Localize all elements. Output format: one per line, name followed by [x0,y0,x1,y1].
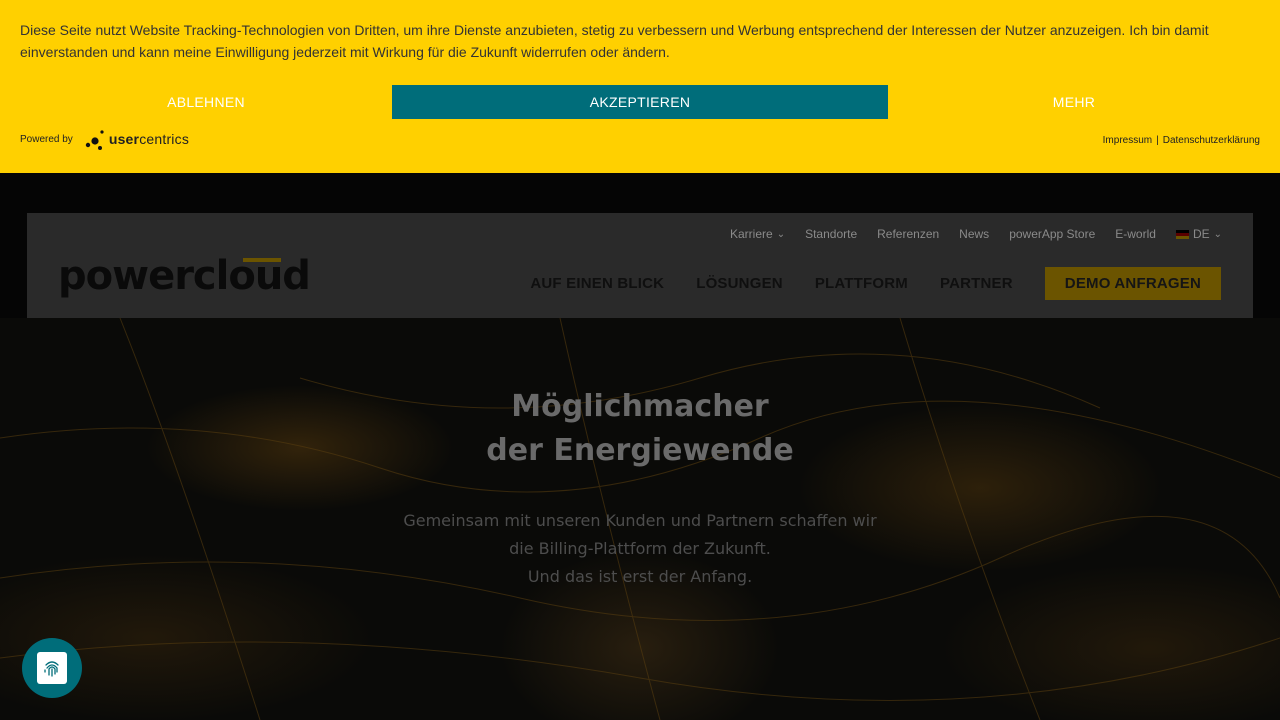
privacy-document-icon [37,652,67,684]
powered-by: Powered by usercentrics [20,126,189,152]
hero-subtitle: Gemeinsam mit unseren Kunden und Partner… [0,507,1280,591]
nav-partner[interactable]: PARTNER [940,275,1013,292]
usercentrics-dots-icon [85,130,104,150]
hero-title: Möglichmacher der Energiewende [0,385,1280,473]
usercentrics-suffix: centrics [139,131,190,147]
hero-subtitle-line1: Gemeinsam mit unseren Kunden und Partner… [403,511,877,530]
nav-loesungen[interactable]: LÖSUNGEN [696,275,783,292]
powered-by-label: Powered by [20,133,73,145]
cookie-banner: Diese Seite nutzt Website Tracking-Techn… [0,0,1280,173]
hero-subtitle-line2: die Billing-Plattform der Zukunft. [509,539,771,558]
logo-accent-bar [243,258,281,262]
accept-button[interactable]: AKZEPTIEREN [392,85,888,119]
usercentrics-logo[interactable]: usercentrics [85,127,189,151]
legal-separator: | [1156,135,1159,146]
german-flag-icon [1175,229,1189,239]
chevron-down-icon: ⌄ [776,228,786,240]
privacy-policy-link[interactable]: Datenschutzerklärung [1163,135,1260,146]
demo-request-button[interactable]: DEMO ANFRAGEN [1044,267,1221,300]
topnav-news[interactable]: News [959,227,989,241]
topnav-e-world[interactable]: E-world [1115,227,1156,241]
top-navigation: Karriere ⌄ Standorte Referenzen News pow… [730,227,1222,241]
main-navigation: AUF EINEN BLICK LÖSUNGEN PLATTFORM PARTN… [530,267,1221,300]
topnav-karriere[interactable]: Karriere ⌄ [730,227,785,241]
impressum-link[interactable]: Impressum [1103,135,1152,146]
hero-title-line1: Möglichmacher [511,389,769,424]
nav-auf-einen-blick[interactable]: AUF EINEN BLICK [530,275,664,292]
cookie-consent-text: Diese Seite nutzt Website Tracking-Techn… [20,22,1209,60]
hero-subtitle-line3: Und das ist erst der Anfang. [527,567,753,586]
page-background: powercloud Karriere ⌄ Standorte Referenz… [0,173,1280,720]
topnav-powerapp-store[interactable]: powerApp Store [1009,227,1095,241]
topnav-label: Karriere [730,227,773,241]
topnav-referenzen[interactable]: Referenzen [877,227,939,241]
hero-title-line2: der Energiewende [486,433,794,468]
site-header: powercloud Karriere ⌄ Standorte Referenz… [27,213,1253,318]
fingerprint-icon [44,661,59,677]
nav-plattform[interactable]: PLATTFORM [815,275,908,292]
more-button[interactable]: MEHR [888,85,1260,119]
chevron-down-icon: ⌄ [1213,228,1222,240]
usercentrics-prefix: user [108,131,140,147]
language-selector[interactable]: DE ⌄ [1175,227,1222,241]
topnav-standorte[interactable]: Standorte [805,227,857,241]
legal-links: Impressum | Datenschutzerklärung [1103,135,1260,146]
privacy-settings-button[interactable] [22,638,82,698]
language-label: DE [1192,227,1210,241]
deny-button[interactable]: ABLEHNEN [20,85,392,119]
